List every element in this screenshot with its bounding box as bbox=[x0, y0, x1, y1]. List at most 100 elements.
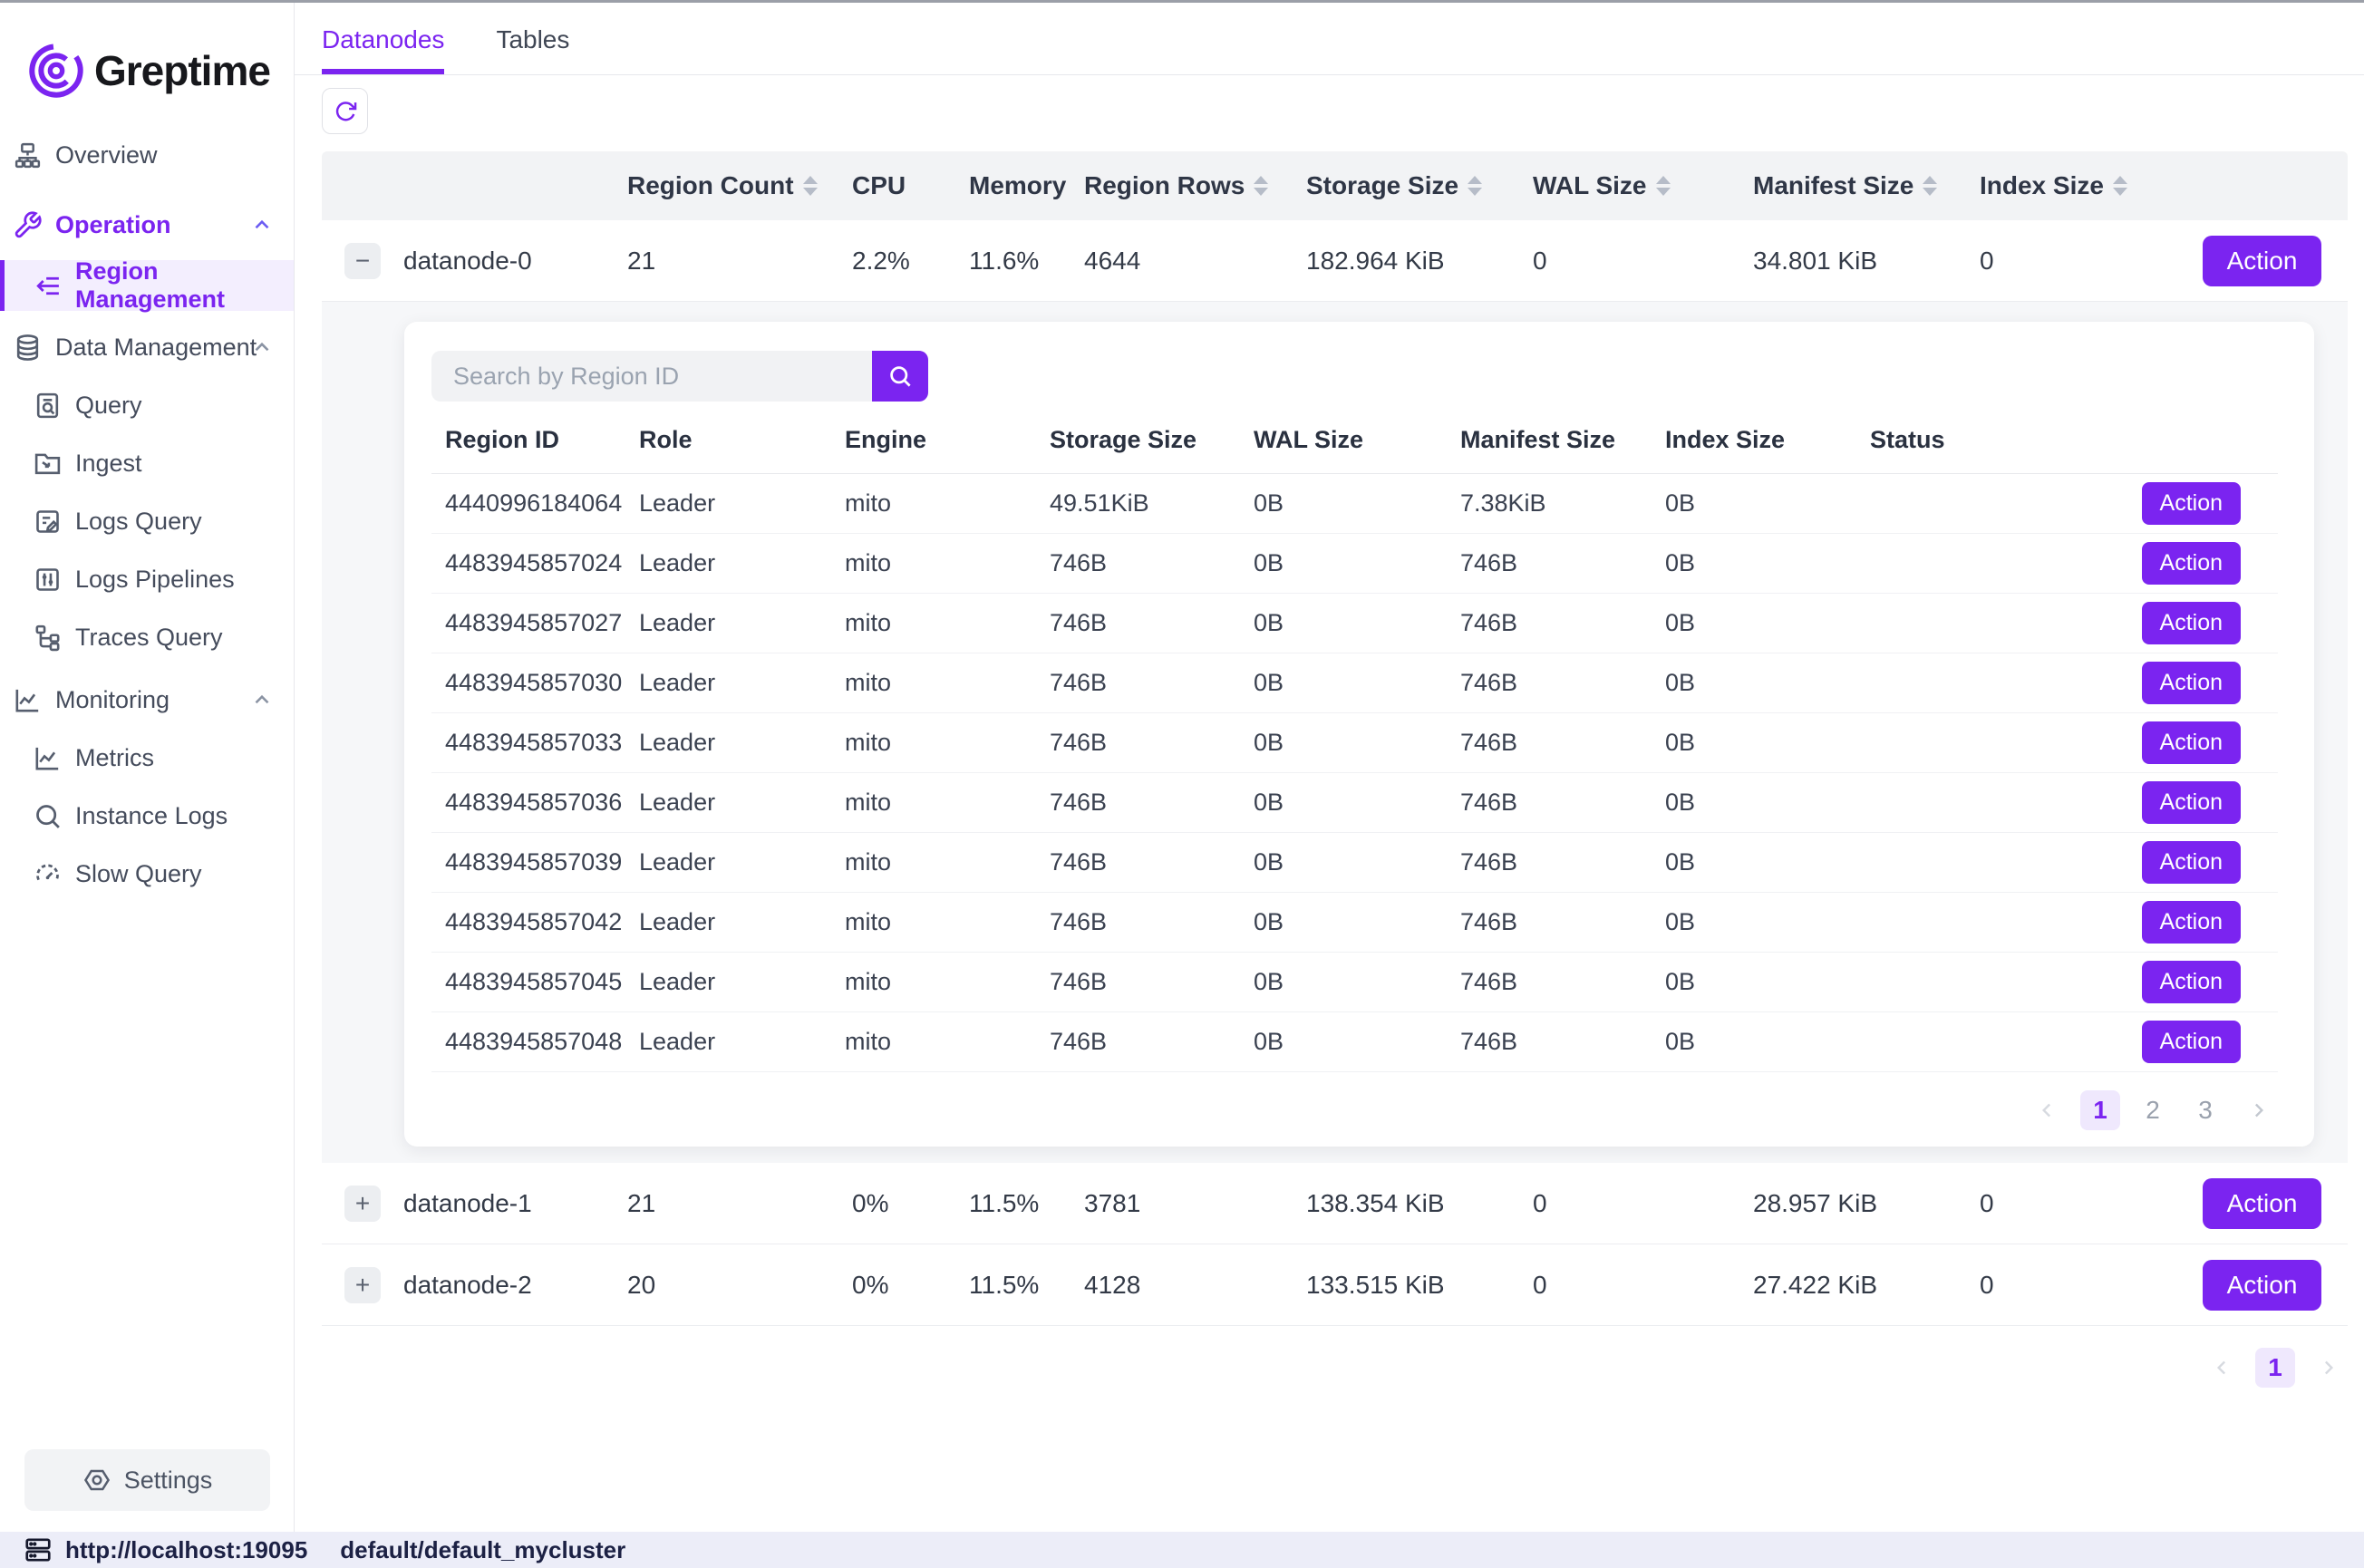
page-button-1[interactable]: 1 bbox=[2080, 1090, 2120, 1130]
region-search-button[interactable] bbox=[872, 351, 928, 402]
page-button-1[interactable]: 1 bbox=[2255, 1348, 2295, 1388]
sidebar-item-ingest[interactable]: Ingest bbox=[0, 438, 294, 489]
cell-storage-size: 49.51KiB bbox=[1050, 489, 1254, 518]
region-row: 4483945857045 Leader mito 746B 0B 746B 0… bbox=[431, 953, 2278, 1012]
cell-region-count: 21 bbox=[627, 1189, 852, 1218]
cell-region-id: 4483945857048 bbox=[431, 1028, 639, 1056]
sidebar-item-logs-query[interactable]: Logs Query bbox=[0, 496, 294, 547]
refresh-button[interactable] bbox=[322, 88, 368, 134]
expand-row-button[interactable]: + bbox=[344, 1186, 381, 1222]
chevron-right-icon bbox=[2246, 1099, 2270, 1122]
sidebar-item-overview[interactable]: Overview bbox=[0, 130, 294, 180]
sidebar-item-logs-pipelines[interactable]: Logs Pipelines bbox=[0, 554, 294, 605]
next-page-button[interactable] bbox=[2238, 1090, 2278, 1130]
sidebar-item-label: Instance Logs bbox=[75, 802, 228, 830]
expand-row-button[interactable]: + bbox=[344, 1267, 381, 1303]
cell-region-id: 4483945857033 bbox=[431, 729, 639, 757]
col-region-rows[interactable]: Region Rows bbox=[1084, 171, 1306, 200]
next-page-button[interactable] bbox=[2308, 1348, 2348, 1388]
cell-manifest-size: 746B bbox=[1460, 729, 1665, 757]
region-action-button[interactable]: Action bbox=[2142, 841, 2241, 884]
sidebar-item-query[interactable]: Query bbox=[0, 380, 294, 431]
cell-cpu: 2.2% bbox=[852, 247, 969, 276]
settings-gear-icon bbox=[82, 1466, 111, 1495]
sidebar-item-label: Region Management bbox=[75, 257, 294, 314]
region-action-button[interactable]: Action bbox=[2142, 602, 2241, 644]
chevron-left-icon bbox=[2211, 1356, 2234, 1379]
collapse-row-button[interactable]: − bbox=[344, 243, 381, 279]
region-action-button[interactable]: Action bbox=[2142, 781, 2241, 824]
col-storage-size[interactable]: Storage Size bbox=[1306, 171, 1533, 200]
sidebar-item-region-management[interactable]: Region Management bbox=[0, 260, 294, 311]
sidebar-item-label: Logs Pipelines bbox=[75, 566, 235, 594]
tab-tables[interactable]: Tables bbox=[496, 25, 569, 74]
settings-button[interactable]: Settings bbox=[24, 1449, 270, 1511]
sidebar-item-traces-query[interactable]: Traces Query bbox=[0, 612, 294, 663]
cell-index-size: 0 bbox=[1980, 1271, 2203, 1300]
sort-carets-icon[interactable] bbox=[1656, 176, 1671, 196]
cell-index-size: 0B bbox=[1665, 968, 1870, 996]
cell-storage-size: 746B bbox=[1050, 549, 1254, 577]
cell-cpu: 0% bbox=[852, 1271, 969, 1300]
sidebar-item-metrics[interactable]: Metrics bbox=[0, 732, 294, 783]
region-action-button[interactable]: Action bbox=[2142, 901, 2241, 944]
cell-wal-size: 0B bbox=[1254, 848, 1460, 876]
region-action-button[interactable]: Action bbox=[2142, 1021, 2241, 1063]
server-url[interactable]: http://localhost:19095 bbox=[65, 1536, 307, 1564]
col-wal-size[interactable]: WAL Size bbox=[1533, 171, 1753, 200]
sort-carets-icon[interactable] bbox=[2113, 176, 2127, 196]
sidebar-item-slow-query[interactable]: Slow Query bbox=[0, 848, 294, 899]
cell-storage-size: 746B bbox=[1050, 908, 1254, 936]
sidebar-item-label: Metrics bbox=[75, 744, 154, 772]
sidebar-item-instance-logs[interactable]: Instance Logs bbox=[0, 790, 294, 841]
prev-page-button[interactable] bbox=[2028, 1090, 2068, 1130]
region-action-button[interactable]: Action bbox=[2142, 482, 2241, 525]
region-row: 4440996184064 Leader mito 49.51KiB 0B 7.… bbox=[431, 474, 2278, 534]
region-action-button[interactable]: Action bbox=[2142, 721, 2241, 764]
col-region-count[interactable]: Region Count bbox=[627, 171, 852, 200]
cell-memory: 11.5% bbox=[969, 1271, 1084, 1300]
col-manifest-size[interactable]: Manifest Size bbox=[1753, 171, 1980, 200]
page-button-2[interactable]: 2 bbox=[2133, 1090, 2173, 1130]
datanode-action-button[interactable]: Action bbox=[2203, 1178, 2321, 1229]
greptime-logo-icon bbox=[27, 42, 85, 100]
sort-carets-icon[interactable] bbox=[1254, 176, 1268, 196]
sidebar-section-monitoring[interactable]: Monitoring bbox=[0, 674, 294, 725]
sort-carets-icon[interactable] bbox=[1923, 176, 1937, 196]
sort-carets-icon[interactable] bbox=[1468, 176, 1482, 196]
region-row: 4483945857030 Leader mito 746B 0B 746B 0… bbox=[431, 653, 2278, 713]
page-button-3[interactable]: 3 bbox=[2185, 1090, 2225, 1130]
status-bar: http://localhost:19095 default/default_m… bbox=[0, 1532, 2364, 1568]
tab-datanodes[interactable]: Datanodes bbox=[322, 25, 444, 74]
prev-page-button[interactable] bbox=[2203, 1348, 2243, 1388]
cell-region-rows: 3781 bbox=[1084, 1189, 1306, 1218]
minus-icon: − bbox=[355, 248, 370, 274]
datanodes-pagination: 1 bbox=[322, 1348, 2348, 1388]
sidebar-section-data-management[interactable]: Data Management bbox=[0, 322, 294, 373]
cell-index-size: 0B bbox=[1665, 1028, 1870, 1056]
region-action-button[interactable]: Action bbox=[2142, 961, 2241, 1003]
cell-region-id: 4483945857036 bbox=[431, 789, 639, 817]
cell-manifest-size: 746B bbox=[1460, 549, 1665, 577]
col-engine: Engine bbox=[845, 426, 1050, 454]
sidebar-section-operation[interactable]: Operation bbox=[0, 199, 294, 250]
region-action-button[interactable]: Action bbox=[2142, 542, 2241, 585]
datanode-action-button[interactable]: Action bbox=[2203, 236, 2321, 286]
cell-manifest-size: 28.957 KiB bbox=[1753, 1189, 1980, 1218]
col-role: Role bbox=[639, 426, 845, 454]
sort-carets-icon[interactable] bbox=[803, 176, 818, 196]
cell-storage-size: 746B bbox=[1050, 729, 1254, 757]
cell-manifest-size: 746B bbox=[1460, 789, 1665, 817]
cell-engine: mito bbox=[845, 489, 1050, 518]
datanode-action-button[interactable]: Action bbox=[2203, 1260, 2321, 1311]
chevron-up-icon bbox=[250, 335, 274, 359]
cell-engine: mito bbox=[845, 848, 1050, 876]
main-area: Datanodes Tables Region Count bbox=[295, 3, 2364, 1532]
cell-region-id: 4440996184064 bbox=[431, 489, 639, 518]
cluster-name[interactable]: default/default_mycluster bbox=[340, 1536, 625, 1564]
datanode-name: datanode-2 bbox=[403, 1271, 627, 1300]
col-index-size[interactable]: Index Size bbox=[1980, 171, 2203, 200]
region-action-button[interactable]: Action bbox=[2142, 662, 2241, 704]
region-search-input[interactable] bbox=[431, 351, 872, 402]
brand-logo: Greptime bbox=[0, 3, 294, 130]
